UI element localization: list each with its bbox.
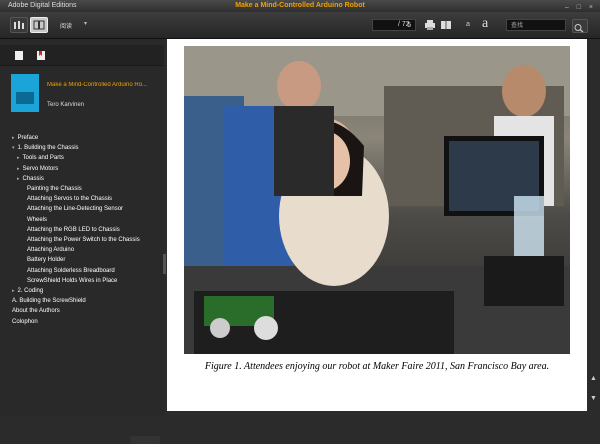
- toc-item[interactable]: Attaching Solderless Breadboard: [27, 268, 115, 274]
- scrollbar[interactable]: ▲ ▼: [588, 39, 600, 417]
- toc-item[interactable]: ▸ Servo Motors: [17, 166, 58, 172]
- toc-item[interactable]: About the Authors: [12, 308, 60, 314]
- scroll-up-icon[interactable]: ▲: [590, 375, 597, 382]
- expand-toggle-icon[interactable]: ▸: [17, 155, 20, 161]
- title-bar: Adobe Digital Editions Make a Mind-Contr…: [0, 0, 600, 12]
- search-icon: [574, 24, 584, 33]
- toc-item-label: Attaching Arduino: [27, 247, 75, 254]
- toc-item[interactable]: Attaching Arduino: [27, 247, 74, 253]
- book-author: Tero Karvinen: [47, 102, 85, 108]
- toc-item[interactable]: Attaching the Power Switch to the Chassi…: [27, 237, 140, 243]
- sidebar-toolbar: [0, 45, 164, 66]
- expand-toggle-icon[interactable]: ▸: [12, 135, 15, 141]
- expand-toggle-icon[interactable]: ▾: [12, 145, 15, 151]
- toc-item[interactable]: ▸ 2. Coding: [12, 288, 43, 294]
- toc-item[interactable]: Attaching the RGB LED to Chassis: [27, 227, 120, 233]
- toc-item-label: ScrewShield Holds Wires in Place: [27, 277, 118, 284]
- toc-item-label: 2. Coding: [17, 288, 44, 294]
- window-book-title: Make a Mind-Controlled Arduino Robot: [235, 2, 365, 9]
- toc-item[interactable]: Colophon: [12, 319, 38, 325]
- toc-item-label: Wheels: [27, 216, 48, 223]
- sidebar-resize-handle[interactable]: [163, 254, 166, 274]
- toc-item-label: Tools and Parts: [22, 155, 64, 162]
- expand-toggle-icon[interactable]: ▸: [17, 176, 20, 182]
- page-total: / 72: [398, 21, 410, 28]
- toc-item[interactable]: Painting the Chassis: [27, 186, 82, 192]
- sidebar-options-button[interactable]: [130, 436, 160, 444]
- toc-item-label: Colophon: [12, 318, 38, 325]
- toc-item-label: 1. Building the Chassis: [17, 145, 79, 152]
- bookmark-icon[interactable]: [36, 50, 46, 61]
- toc-item[interactable]: ScrewShield Holds Wires in Place: [27, 278, 117, 284]
- expand-toggle-icon[interactable]: ▸: [17, 166, 20, 172]
- search-input[interactable]: 查找: [506, 19, 566, 31]
- reading-view-icon: [33, 20, 45, 30]
- increase-font-button[interactable]: a: [482, 16, 488, 32]
- toc-item[interactable]: Wheels: [27, 217, 47, 223]
- toc-item[interactable]: ▸ Tools and Parts: [17, 155, 64, 161]
- view-mode-label[interactable]: 阅读: [60, 21, 72, 30]
- toc-item-label: Attaching Servos to the Chassis: [27, 196, 113, 203]
- book-info[interactable]: Make a Mind-Controlled Arduino Ro... Ter…: [0, 69, 164, 121]
- toc-item-label: Painting the Chassis: [27, 186, 82, 192]
- page-icon[interactable]: [14, 50, 24, 61]
- chevron-down-icon[interactable]: ▾: [84, 20, 87, 27]
- toc-item-label: A. Building the ScrewShield: [12, 298, 86, 305]
- sidebar: Make a Mind-Controlled Arduino Ro... Ter…: [0, 39, 166, 444]
- toc-item-label: Attaching the RGB LED to Chassis: [27, 226, 120, 233]
- book-cover: [11, 74, 39, 112]
- toc-item-label: Attaching the Line-Detecting Sensor: [27, 206, 124, 213]
- search-button[interactable]: [572, 19, 588, 33]
- scroll-down-icon[interactable]: ▼: [590, 395, 597, 402]
- library-view-button[interactable]: [10, 17, 28, 33]
- decrease-font-button[interactable]: a: [466, 21, 470, 28]
- toc-item[interactable]: ▸ Preface: [12, 135, 38, 141]
- book-icon[interactable]: [440, 19, 452, 31]
- library-view-icon: [14, 21, 24, 29]
- reading-view-button[interactable]: [30, 17, 48, 33]
- sidebar-book-title: Make a Mind-Controlled Arduino Ro...: [47, 82, 148, 88]
- expand-toggle-icon[interactable]: ▸: [12, 288, 15, 294]
- toc-item[interactable]: Attaching Servos to the Chassis: [27, 196, 112, 202]
- toc-item[interactable]: ▾ 1. Building the Chassis: [12, 145, 79, 151]
- toc-item[interactable]: ▸ Chassis: [17, 176, 44, 182]
- toc-item-label: Battery Holder: [27, 257, 66, 264]
- toc-item-label: Servo Motors: [22, 165, 59, 172]
- toc-item-label: Chassis: [22, 175, 44, 182]
- toolbar: 阅读 ▾ 5 / 72 a a 查找: [0, 12, 600, 39]
- toc-item-label: Attaching Solderless Breadboard: [27, 267, 115, 274]
- toc-item[interactable]: A. Building the ScrewShield: [12, 298, 86, 304]
- toc-item-label: Attaching the Power Switch to the Chassi…: [27, 237, 140, 243]
- print-icon[interactable]: [424, 19, 436, 31]
- toc-item-label: About the Authors: [12, 308, 60, 315]
- figure-photo: [184, 46, 570, 354]
- reading-pane[interactable]: Figure 1. Attendees enjoying our robot a…: [167, 39, 587, 411]
- toc-item[interactable]: Attaching the Line-Detecting Sensor: [27, 206, 123, 212]
- figure-caption: Figure 1. Attendees enjoying our robot a…: [204, 361, 550, 372]
- toc-item[interactable]: Battery Holder: [27, 257, 65, 263]
- toc-item-label: Preface: [17, 135, 39, 141]
